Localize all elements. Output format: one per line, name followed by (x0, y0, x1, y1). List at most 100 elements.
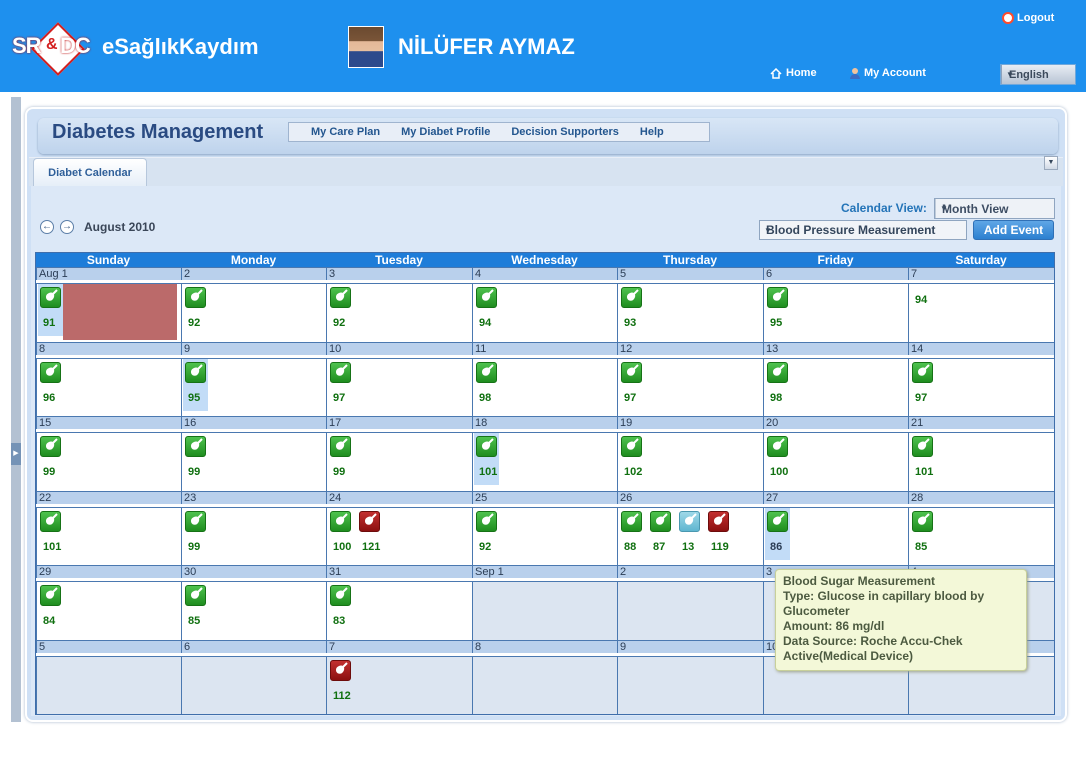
day-number[interactable]: 24 (326, 491, 472, 504)
measurement-value[interactable]: 95 (770, 317, 782, 329)
day-cell[interactable]: 112 (326, 656, 472, 714)
day-number[interactable]: 2 (617, 565, 763, 578)
day-number[interactable]: 16 (181, 416, 326, 429)
measurement-value[interactable]: 85 (188, 615, 200, 627)
glucometer-drop-icon[interactable] (185, 287, 206, 308)
day-number[interactable]: 15 (36, 416, 181, 429)
measurement-value[interactable]: 99 (333, 466, 345, 478)
menu-my-care-plan[interactable]: My Care Plan (311, 126, 380, 138)
day-cell[interactable]: 100 121 (326, 507, 472, 565)
day-cell[interactable] (617, 581, 763, 640)
day-number[interactable]: 2 (181, 267, 326, 280)
day-number[interactable]: 23 (181, 491, 326, 504)
day-cell[interactable]: 101 (36, 507, 181, 565)
measurement-value[interactable]: 93 (624, 317, 636, 329)
day-cell[interactable] (181, 656, 326, 714)
day-number[interactable]: 8 (472, 640, 617, 653)
day-cell[interactable]: 101 (472, 432, 617, 491)
day-number[interactable]: 20 (763, 416, 908, 429)
measurement-value[interactable]: 94 (479, 317, 491, 329)
day-cell[interactable]: 88 87 13 119 (617, 507, 763, 565)
day-cell[interactable]: 94 (472, 283, 617, 342)
glucometer-drop-icon[interactable] (40, 287, 61, 308)
day-cell[interactable]: 95 (181, 358, 326, 416)
glucometer-drop-icon[interactable] (650, 511, 671, 532)
day-cell[interactable]: 92 (326, 283, 472, 342)
day-cell[interactable]: 93 (617, 283, 763, 342)
glucometer-drop-icon[interactable] (330, 660, 351, 681)
add-event-button[interactable]: Add Event (973, 220, 1054, 240)
measurement-value[interactable]: 102 (624, 466, 642, 478)
day-number[interactable]: 13 (763, 342, 908, 355)
day-cell[interactable]: 84 (36, 581, 181, 640)
glucometer-drop-icon[interactable] (359, 511, 380, 532)
day-number[interactable]: 27 (763, 491, 908, 504)
day-number[interactable]: 22 (36, 491, 181, 504)
home-link[interactable]: Home (770, 67, 817, 79)
day-number[interactable]: 4 (472, 267, 617, 280)
next-month-button[interactable]: → (60, 220, 74, 234)
glucometer-drop-icon[interactable] (621, 511, 642, 532)
day-number[interactable]: 19 (617, 416, 763, 429)
glucometer-drop-icon[interactable] (621, 436, 642, 457)
glucometer-drop-icon[interactable] (40, 436, 61, 457)
day-number[interactable]: 8 (36, 342, 181, 355)
day-number[interactable]: 9 (181, 342, 326, 355)
glucometer-drop-icon[interactable] (185, 436, 206, 457)
day-cell[interactable] (617, 656, 763, 714)
prev-month-button[interactable]: ← (40, 220, 54, 234)
day-cell[interactable]: 99 (326, 432, 472, 491)
glucometer-drop-icon[interactable] (621, 287, 642, 308)
menu-help[interactable]: Help (640, 126, 664, 138)
day-number[interactable]: 11 (472, 342, 617, 355)
glucometer-drop-icon[interactable] (476, 511, 497, 532)
day-number[interactable]: Aug 1 (36, 267, 181, 280)
day-cell[interactable]: 99 (36, 432, 181, 491)
day-cell[interactable]: 85 (908, 507, 1054, 565)
measurement-value[interactable]: 85 (915, 541, 927, 553)
expand-arrow-icon[interactable]: ▶ (11, 443, 21, 465)
measurement-value[interactable]: 83 (333, 615, 345, 627)
day-number[interactable]: 6 (763, 267, 908, 280)
day-number[interactable]: 28 (908, 491, 1054, 504)
measurement-value[interactable]: 13 (682, 541, 694, 553)
day-number[interactable]: 7 (908, 267, 1054, 280)
day-cell[interactable] (472, 656, 617, 714)
day-cell[interactable]: 97 (326, 358, 472, 416)
glucometer-drop-icon[interactable] (185, 585, 206, 606)
tab-diabet-calendar[interactable]: Diabet Calendar (33, 158, 147, 187)
day-cell[interactable]: 91 (36, 283, 181, 342)
day-number[interactable]: 26 (617, 491, 763, 504)
day-number[interactable]: 9 (617, 640, 763, 653)
measurement-value[interactable]: 100 (333, 541, 351, 553)
day-number[interactable]: 21 (908, 416, 1054, 429)
day-cell[interactable] (472, 581, 617, 640)
measurement-value[interactable]: 101 (915, 466, 933, 478)
day-cell[interactable] (36, 656, 181, 714)
day-number[interactable]: 29 (36, 565, 181, 578)
measurement-value[interactable]: 86 (770, 541, 782, 553)
glucometer-drop-icon[interactable] (476, 287, 497, 308)
day-cell[interactable]: 94 (908, 283, 1054, 342)
glucometer-drop-icon[interactable] (767, 287, 788, 308)
day-number[interactable]: 31 (326, 565, 472, 578)
glucometer-drop-icon[interactable] (40, 585, 61, 606)
logout-link[interactable]: Logout (1002, 12, 1054, 24)
language-select[interactable]: English ▼ (1000, 64, 1076, 85)
measurement-value[interactable]: 84 (43, 615, 55, 627)
glucometer-drop-icon[interactable] (621, 362, 642, 383)
day-number[interactable]: 5 (36, 640, 181, 653)
day-number[interactable]: 3 (326, 267, 472, 280)
glucometer-drop-icon[interactable] (912, 511, 933, 532)
day-cell[interactable]: 96 (36, 358, 181, 416)
day-cell[interactable]: 99 (181, 432, 326, 491)
day-cell[interactable]: 100 (763, 432, 908, 491)
measurement-value[interactable]: 99 (188, 466, 200, 478)
day-cell[interactable]: 83 (326, 581, 472, 640)
measurement-value[interactable]: 101 (479, 466, 497, 478)
day-number[interactable]: 17 (326, 416, 472, 429)
measurement-value[interactable]: 121 (362, 541, 380, 553)
day-cell[interactable]: 92 (472, 507, 617, 565)
glucometer-drop-icon[interactable] (330, 287, 351, 308)
day-number[interactable]: 30 (181, 565, 326, 578)
